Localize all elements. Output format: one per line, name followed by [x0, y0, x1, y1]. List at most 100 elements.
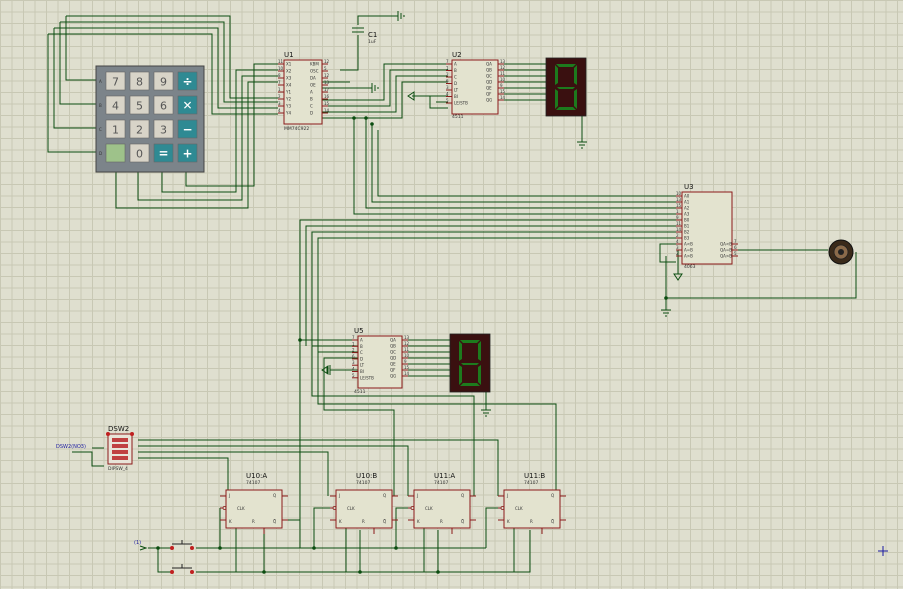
pin-number: 10	[500, 77, 506, 82]
pin-label: QE	[390, 362, 396, 367]
origin-marker-icon	[878, 546, 888, 556]
keypad-row-a: A	[99, 79, 102, 84]
key-1-1[interactable]: 5	[129, 95, 150, 115]
u3-right-pins: 7QA<B6QA=B5QA>B	[720, 239, 738, 259]
key-0-0[interactable]: 7	[105, 71, 126, 91]
pin-number: 1	[676, 209, 679, 214]
pin-number: 9	[500, 83, 503, 88]
pin-number: 14	[500, 95, 506, 100]
key-label: 4	[112, 100, 119, 113]
pin-label: A<B	[684, 242, 693, 247]
push-button-1[interactable]	[170, 540, 194, 550]
flipflop-pin-label: J	[506, 493, 508, 498]
flipflops: U10:A74107JCLKKQQ̅R U10:B74107JCLKKQQ̅R U1…	[220, 472, 566, 534]
u1-encoder[interactable]: U1 MM74C922 11 X110 X2 8 X3 7 X4 1 Y1 2 Y2 3 Y3 4 Y4 1…	[278, 51, 330, 132]
pin-number: 1	[446, 66, 449, 71]
key-0-2[interactable]: 9	[153, 71, 174, 91]
pin-label: QA<B	[720, 242, 732, 247]
pin-label: LT	[454, 88, 459, 93]
flipflop-2[interactable]: U11:A74107 J CLK K Q Q̅ R	[408, 472, 476, 534]
keypad[interactable]: 7 8 9 ÷ 4 5 6 ✕ 1 2 3 − 0 = + A B C D	[95, 65, 205, 173]
pin-number: 11	[404, 347, 410, 352]
key-0-3[interactable]: ÷	[177, 71, 198, 91]
u5-ref: U5	[354, 327, 364, 335]
pin-label: C	[454, 75, 457, 80]
pin-label: B	[454, 68, 457, 73]
dsw2-part: DIPSW_4	[108, 466, 128, 472]
pin-label: X3	[286, 76, 292, 81]
push-button-2[interactable]	[170, 564, 194, 574]
keypad-row-c: C	[99, 127, 102, 132]
seven-segment-display-1	[545, 57, 587, 117]
pin-number: 8	[278, 73, 281, 78]
pin-label: KBM	[310, 62, 319, 67]
key-2-1[interactable]: 2	[129, 119, 150, 139]
pin-number: 15	[676, 203, 682, 208]
pin-label: A2	[684, 206, 690, 211]
key-2-2[interactable]: 3	[153, 119, 174, 139]
clock-terminal[interactable]: (1)	[134, 540, 148, 551]
key-1-3[interactable]: ✕	[177, 95, 198, 115]
u5-decoder[interactable]: U5 4511 7 A1 B2 C6 D3 LT4 BI5 LE/STB 13QA12QB11…	[352, 327, 410, 395]
flipflop-pin-label: CLK	[237, 506, 245, 511]
c1-value: 1uF	[368, 39, 377, 45]
flipflop-1[interactable]: U10:B74107 J CLK K Q Q̅ R	[330, 472, 398, 534]
flipflop-part: 74107	[246, 480, 260, 486]
pin-number: 10	[404, 353, 410, 358]
keypad-row-b: B	[99, 103, 102, 108]
pin-number: 7	[278, 80, 281, 85]
pin-label: LT	[360, 363, 365, 368]
pin-number: 15	[500, 89, 506, 94]
key-3-0[interactable]	[105, 143, 126, 163]
flipflop-pin-label: J	[416, 493, 418, 498]
pin-label: QF	[486, 92, 492, 97]
pin-number: 11	[676, 221, 682, 226]
flipflop-ref: U11:B	[524, 472, 545, 480]
pin-number: 17	[324, 87, 330, 92]
flipflop-pin-label: K	[507, 519, 510, 524]
pin-number: 13	[500, 59, 506, 64]
key-3-2[interactable]: =	[153, 143, 174, 163]
key-2-0[interactable]: 1	[105, 119, 126, 139]
pin-number: 13	[324, 80, 330, 85]
key-2-3[interactable]: −	[177, 119, 198, 139]
key-1-2[interactable]: 6	[153, 95, 174, 115]
u2-decoder[interactable]: U2 4511 7 A1 B2 C6 D3 LT 4 BI 5 LE/STB 13 QA 12 QB 11…	[446, 51, 506, 120]
flipflop-pin-label: Q̅	[551, 519, 555, 524]
key-label: ÷	[182, 75, 192, 89]
flipflop-pin-label: R	[440, 519, 443, 524]
pin-label: Y1	[285, 90, 291, 95]
key-0-1[interactable]: 8	[129, 71, 150, 91]
pin-label: QC	[486, 74, 492, 79]
buzzer[interactable]	[828, 239, 854, 265]
flipflop-pin-label: J	[338, 493, 340, 498]
key-3-1[interactable]: 0	[129, 143, 150, 163]
pin-number: 7	[446, 59, 449, 64]
pin-number: 3	[446, 85, 449, 90]
key-label: 9	[160, 76, 167, 89]
flipflop-pin-label: CLK	[425, 506, 433, 511]
pin-label: A1	[684, 200, 690, 205]
pin-number: 14	[324, 108, 330, 113]
schematic: 7 8 9 ÷4 5 6 ✕1 2 3 −0 = + A B C D U1 MM74C922 11 X1…	[47, 11, 888, 574]
pin-number: 16	[324, 94, 330, 99]
pin-label: A	[310, 90, 313, 95]
capacitor-c1[interactable]: C1 1uF	[352, 27, 377, 45]
u3-ref: U3	[684, 183, 694, 191]
pin-number: 13	[404, 335, 410, 340]
pin-number: 10	[676, 191, 682, 196]
pin-label: QD	[390, 356, 396, 361]
key-1-0[interactable]: 4	[105, 95, 126, 115]
pin-label: A0	[684, 194, 690, 199]
key-label: 2	[136, 124, 143, 137]
pin-number: 11	[278, 59, 284, 64]
pin-number: 14	[676, 227, 682, 232]
u3-comparator[interactable]: U3 4063 10 A013 A115 A2 1 A3 9 B011 B114 B2 2 B3 4 A<…	[676, 183, 738, 270]
pin-label: A	[454, 62, 457, 67]
u2-ref: U2	[452, 51, 462, 59]
dsw2-ref: DSW2	[108, 425, 129, 433]
pin-number: 12	[324, 59, 330, 64]
key-3-3[interactable]: +	[177, 143, 198, 163]
pin-number: 12	[404, 341, 410, 346]
flipflop-0[interactable]: U10:A74107 J CLK K Q Q̅ R	[220, 472, 288, 534]
